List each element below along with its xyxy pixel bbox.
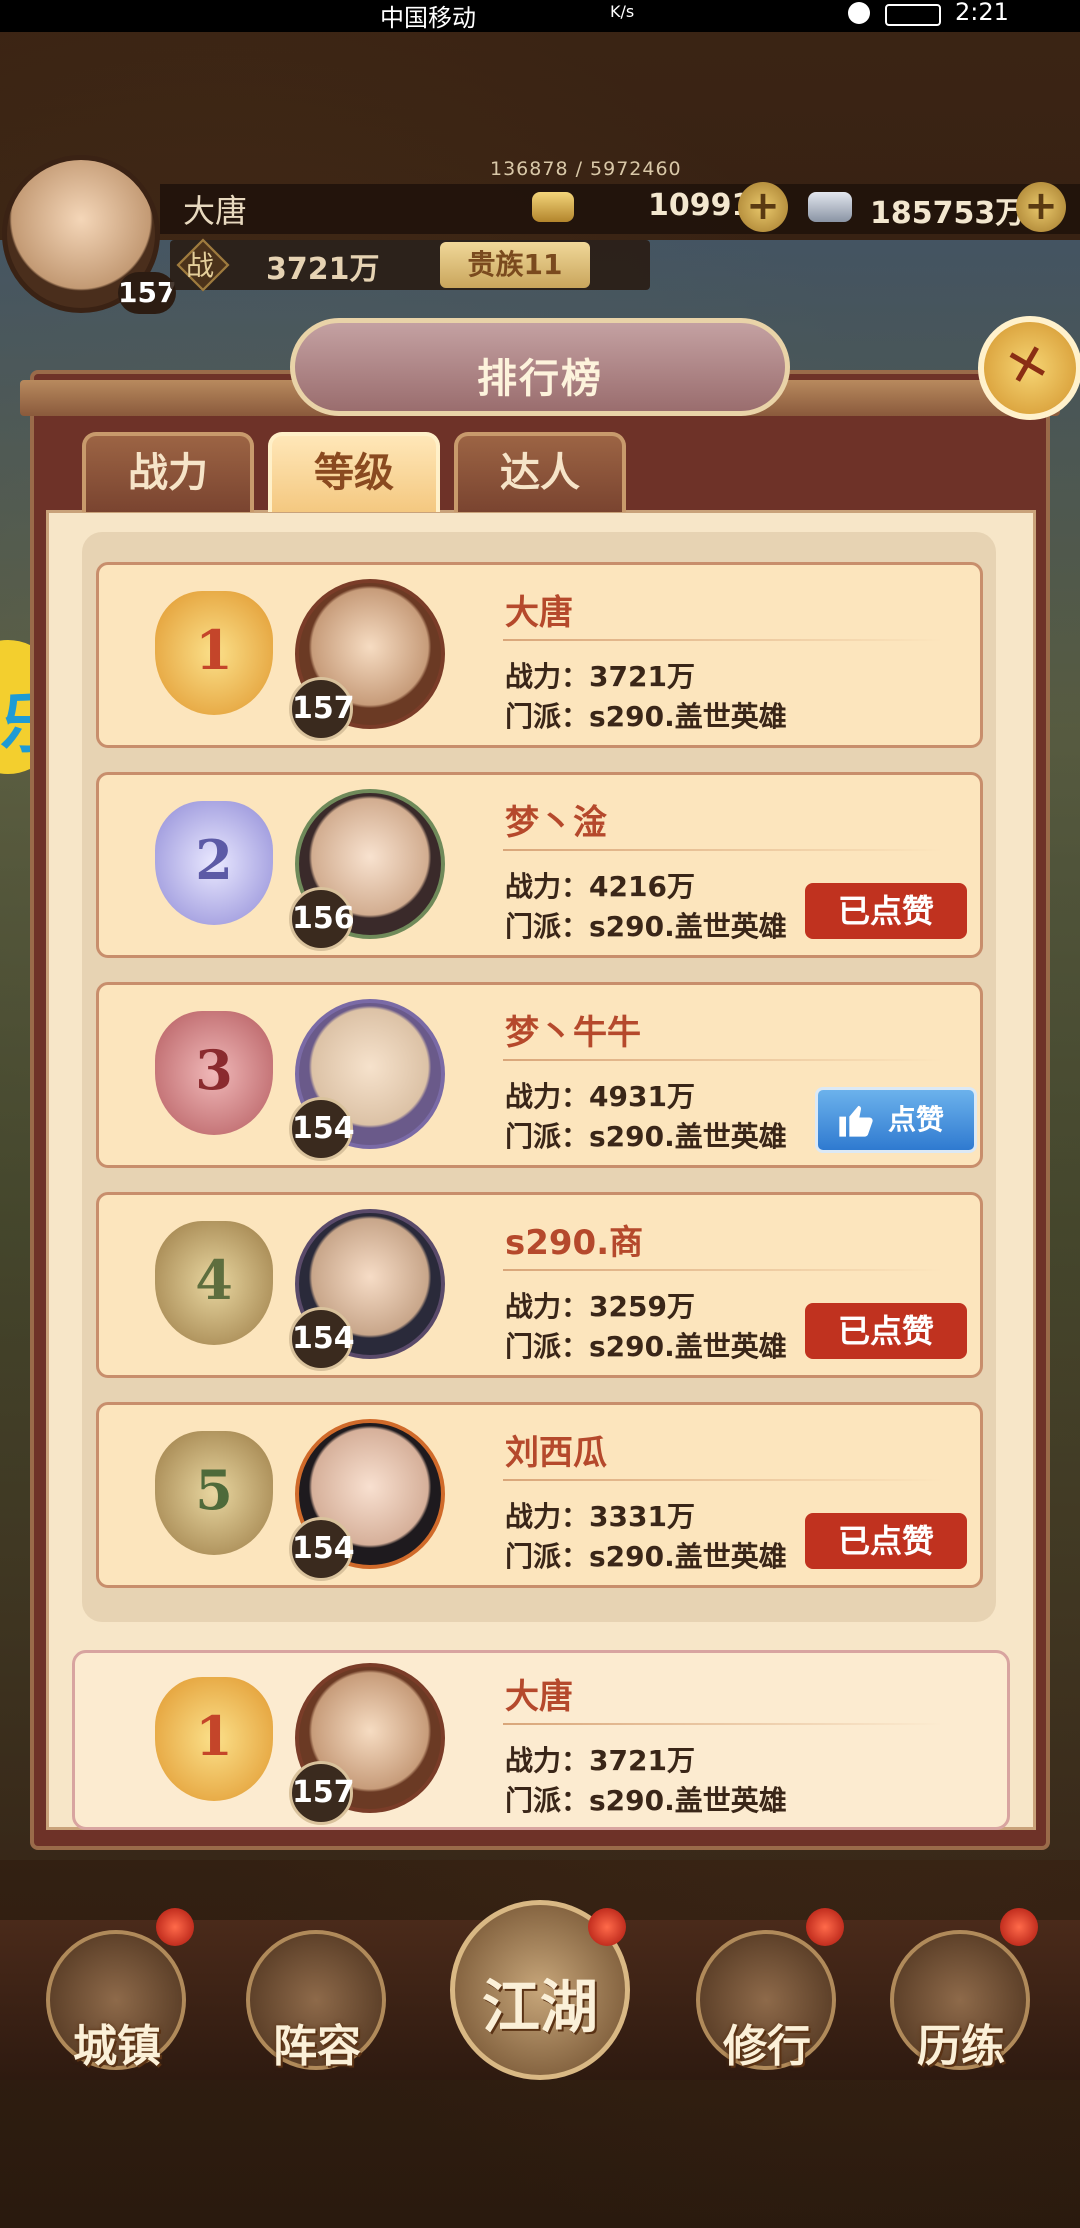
power-value: 3721万 — [589, 660, 695, 693]
level-badge: 154 — [289, 1517, 355, 1581]
silver-ingot-icon — [808, 192, 852, 222]
tab-expert[interactable]: 达人 — [454, 432, 626, 512]
power-label: 战力： — [505, 1080, 590, 1113]
level-badge: 157 — [289, 1761, 355, 1825]
list-item[interactable]: 4 154 s290.商 战力：3259万 门派：s290.盖世英雄 已点赞 — [96, 1192, 983, 1378]
nav-lineup-label: 阵容 — [273, 2021, 361, 2072]
faction-label: 门派： — [505, 1784, 590, 1817]
power-label: 战力： — [505, 1744, 590, 1777]
power-label: 战力： — [505, 660, 590, 693]
alarm-icon — [848, 2, 870, 24]
thumbs-up-icon — [839, 1105, 873, 1137]
notification-dot — [588, 1908, 626, 1946]
player-name: 刘西瓜 — [505, 1433, 607, 1473]
clock: 2:21 — [955, 0, 1009, 26]
level-badge: 156 — [289, 887, 355, 951]
level-badge: 157 — [289, 677, 355, 741]
player-name: s290.商 — [505, 1223, 644, 1263]
notification-dot — [1000, 1908, 1038, 1946]
like-label: 点赞 — [888, 1103, 945, 1136]
power-label: 战力： — [505, 1290, 590, 1323]
liked-button[interactable]: 已点赞 — [805, 1513, 967, 1569]
power-label: 战力： — [505, 870, 590, 903]
status-bar: 中国移动 K/s 2:21 — [0, 0, 1080, 32]
divider — [503, 1059, 943, 1061]
faction-value: s290.盖世英雄 — [589, 1120, 787, 1153]
divider — [503, 1269, 943, 1271]
power-value: 3259万 — [589, 1290, 695, 1323]
player-name: 梦丶牛牛 — [505, 1013, 641, 1053]
faction-value: s290.盖世英雄 — [589, 1784, 787, 1817]
battery-icon — [885, 4, 941, 26]
gold-amount: 10991 — [648, 188, 753, 223]
battle-icon-label: 战 — [186, 249, 215, 282]
divider — [503, 639, 943, 641]
rank-medal: 5 — [155, 1431, 273, 1555]
list-item[interactable]: 1 157 大唐 战力：3721万 门派：s290.盖世英雄 — [96, 562, 983, 748]
silver-amount: 185753万 — [870, 196, 1026, 231]
player-name: 大唐 — [505, 1677, 573, 1717]
faction-label: 门派： — [505, 1330, 590, 1363]
power-label: 战力： — [505, 1500, 590, 1533]
faction-label: 门派： — [505, 700, 590, 733]
carrier-name: 中国移动 — [380, 4, 476, 32]
level-badge: 154 — [289, 1307, 355, 1371]
divider — [503, 1723, 943, 1725]
notification-dot — [806, 1908, 844, 1946]
rank-medal: 3 — [155, 1011, 273, 1135]
my-rank-card: 1 157 大唐 战力：3721万 门派：s290.盖世英雄 — [72, 1650, 1010, 1830]
net-speed: K/s — [610, 2, 635, 21]
faction-value: s290.盖世英雄 — [589, 910, 787, 943]
notification-dot — [156, 1908, 194, 1946]
add-gold-button[interactable]: + — [738, 182, 788, 232]
divider — [503, 1479, 943, 1481]
nav-town-label: 城镇 — [73, 2021, 161, 2072]
player-level: 157 — [118, 272, 176, 314]
nav-trial-label: 历练 — [917, 2021, 1005, 2072]
level-badge: 154 — [289, 1097, 355, 1161]
player-name: 大唐 — [183, 192, 248, 230]
rank-medal: 1 — [155, 591, 273, 715]
panel-title: 排行榜 — [477, 356, 603, 402]
nav-cultivate-label: 修行 — [723, 2021, 811, 2072]
power-value: 4931万 — [589, 1080, 695, 1113]
power-value: 3331万 — [589, 1500, 695, 1533]
faction-value: s290.盖世英雄 — [589, 1540, 787, 1573]
faction-label: 门派： — [505, 1120, 590, 1153]
list-item[interactable]: 2 156 梦丶淦 战力：4216万 门派：s290.盖世英雄 已点赞 — [96, 772, 983, 958]
divider — [503, 849, 943, 851]
rank-medal: 1 — [155, 1677, 273, 1801]
power-value: 3721万 — [589, 1744, 695, 1777]
faction-label: 门派： — [505, 1540, 590, 1573]
tab-power[interactable]: 战力 — [82, 432, 254, 512]
like-button[interactable]: 点赞 — [815, 1087, 977, 1153]
list-item[interactable]: 3 154 梦丶牛牛 战力：4931万 门派：s290.盖世英雄 点赞 — [96, 982, 983, 1168]
player-power: 3721万 — [266, 252, 380, 287]
power-value: 4216万 — [589, 870, 695, 903]
tab-level[interactable]: 等级 — [268, 432, 440, 512]
faction-value: s290.盖世英雄 — [589, 1330, 787, 1363]
add-silver-button[interactable]: + — [1016, 182, 1066, 232]
nav-jianghu-label: 江湖 — [481, 1973, 598, 2041]
faction-label: 门派： — [505, 910, 590, 943]
rank-medal: 2 — [155, 801, 273, 925]
player-name: 大唐 — [505, 593, 573, 633]
player-name: 梦丶淦 — [505, 803, 607, 843]
rank-medal: 4 — [155, 1221, 273, 1345]
player-exp: 136878 / 5972460 — [490, 158, 682, 180]
liked-button[interactable]: 已点赞 — [805, 1303, 967, 1359]
liked-button[interactable]: 已点赞 — [805, 883, 967, 939]
faction-value: s290.盖世英雄 — [589, 700, 787, 733]
list-item[interactable]: 5 154 刘西瓜 战力：3331万 门派：s290.盖世英雄 已点赞 — [96, 1402, 983, 1588]
gold-ingot-icon — [532, 192, 574, 222]
noble-badge[interactable]: 贵族11 — [440, 242, 590, 288]
